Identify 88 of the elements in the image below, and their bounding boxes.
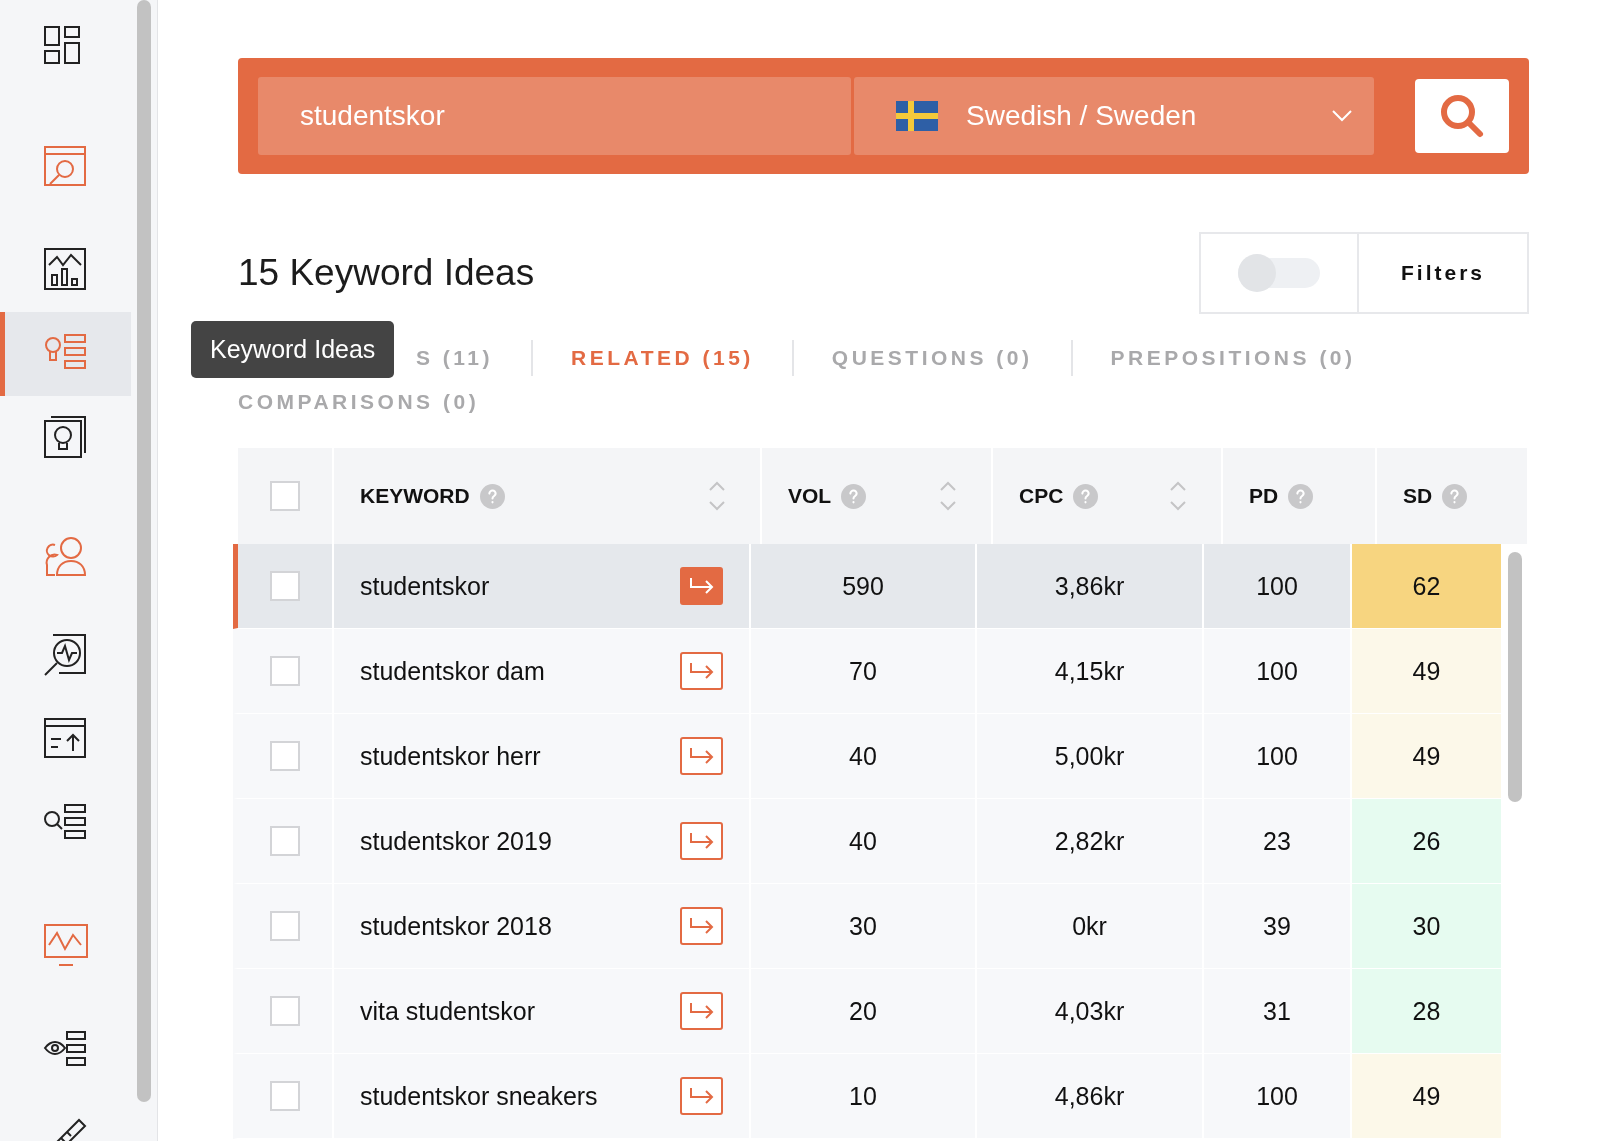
- table-cell: 5,00kr: [1054, 741, 1125, 771]
- arrow-icon: [688, 577, 715, 595]
- arrow-icon: [688, 832, 715, 850]
- select-all-checkbox[interactable]: [270, 481, 300, 511]
- difficulty-cell: 49: [1352, 1054, 1501, 1138]
- row-checkbox[interactable]: [270, 911, 300, 941]
- row-checkbox[interactable]: [270, 571, 300, 601]
- keyword-cell: vita studentskor: [360, 996, 536, 1026]
- table-cell: 590: [842, 571, 884, 601]
- table-cell: 39: [1263, 911, 1291, 941]
- difficulty-cell: 26: [1352, 799, 1501, 883]
- row-checkbox[interactable]: [270, 826, 300, 856]
- arrow-icon: [688, 917, 715, 935]
- table-row[interactable]: vita studentskor 20 4,03kr 31 28: [233, 969, 1501, 1054]
- keyword-cell: studentskor sneakers: [360, 1081, 598, 1111]
- keyword-cell: studentskor 2019: [360, 826, 552, 856]
- sort-icon[interactable]: [939, 481, 957, 511]
- open-keyword-button[interactable]: [680, 737, 723, 775]
- keyword-cell: studentskor herr: [360, 741, 541, 771]
- table-cell: 31: [1263, 996, 1291, 1026]
- flag-icon: [896, 101, 938, 131]
- open-keyword-button[interactable]: [680, 992, 723, 1030]
- table-cell: 23: [1263, 826, 1291, 856]
- sort-icon[interactable]: [1169, 481, 1187, 511]
- table-cell: 100: [1256, 571, 1298, 601]
- row-checkbox[interactable]: [270, 656, 300, 686]
- tooltip: Keyword Ideas: [191, 321, 395, 378]
- column-header: CPC: [1019, 484, 1064, 508]
- open-keyword-button[interactable]: [680, 822, 723, 860]
- arrow-icon: [688, 662, 715, 680]
- help-icon[interactable]: [479, 483, 505, 509]
- table-cell: 0kr: [1072, 911, 1107, 941]
- table-cell: 4,15kr: [1054, 656, 1125, 686]
- help-icon[interactable]: [1288, 483, 1314, 509]
- scrollbar-thumb[interactable]: [137, 0, 151, 1102]
- search-icon: [1439, 93, 1485, 139]
- bulb-card-icon: [42, 415, 89, 461]
- column-header: PD: [1249, 484, 1279, 508]
- search-button[interactable]: [1415, 79, 1509, 153]
- open-keyword-button[interactable]: [680, 567, 723, 605]
- chevron-down-icon: [1332, 110, 1352, 122]
- table-cell: 3,86kr: [1054, 571, 1125, 601]
- row-checkbox[interactable]: [270, 996, 300, 1026]
- table-cell: 40: [849, 826, 877, 856]
- table-cell: 100: [1256, 741, 1298, 771]
- column-header: SD: [1403, 484, 1433, 508]
- column-header: VOL: [788, 484, 832, 508]
- table-cell: 30: [849, 911, 877, 941]
- arrow-icon: [688, 1087, 715, 1105]
- table-cell: 100: [1256, 1081, 1298, 1111]
- difficulty-cell: 49: [1352, 714, 1501, 798]
- sort-icon[interactable]: [708, 481, 726, 511]
- arrow-icon: [688, 747, 715, 765]
- open-keyword-button[interactable]: [680, 652, 723, 690]
- table-cell: 100: [1256, 656, 1298, 686]
- help-icon[interactable]: [1442, 483, 1468, 509]
- table-cell: 4,86kr: [1054, 1081, 1125, 1111]
- difficulty-cell: 28: [1352, 969, 1501, 1053]
- chart-icon: [42, 247, 89, 293]
- column-header: KEYWORD: [360, 484, 470, 508]
- table-cell: 70: [849, 656, 877, 686]
- table-row[interactable]: studentskor dam 70 4,15kr 100 49: [233, 629, 1501, 714]
- table-row[interactable]: studentskor sneakers 10 4,86kr 100 49: [233, 1054, 1501, 1139]
- arrow-icon: [688, 1002, 715, 1020]
- difficulty-cell: 62: [1352, 544, 1501, 628]
- table-row[interactable]: studentskor herr 40 5,00kr 100 49: [233, 714, 1501, 799]
- help-icon[interactable]: [1073, 483, 1099, 509]
- scrollbar-thumb[interactable]: [1508, 552, 1522, 802]
- keyword-cell: studentskor 2018: [360, 911, 552, 941]
- table-cell: 10: [849, 1081, 877, 1111]
- monitor-icon: [42, 923, 89, 969]
- difficulty-cell: 30: [1352, 884, 1501, 968]
- open-keyword-button[interactable]: [680, 1077, 723, 1115]
- open-keyword-button[interactable]: [680, 907, 723, 945]
- table-cell: 40: [849, 741, 877, 771]
- row-checkbox[interactable]: [270, 1081, 300, 1111]
- table-row[interactable]: studentskor 590 3,86kr 100 62: [233, 544, 1501, 629]
- table-cell: 2,82kr: [1054, 826, 1125, 856]
- table-cell: 4,03kr: [1054, 996, 1125, 1026]
- difficulty-cell: 49: [1352, 629, 1501, 713]
- help-icon[interactable]: [841, 483, 867, 509]
- keyword-cell: studentskor dam: [360, 656, 545, 686]
- results-title: 15 Keyword Ideas: [238, 252, 535, 294]
- table-row[interactable]: studentskor 2018 30 0kr 39 30: [233, 884, 1501, 969]
- table-cell: 20: [849, 996, 877, 1026]
- keyword-cell: studentskor: [360, 571, 490, 601]
- table-row[interactable]: studentskor 2019 40 2,82kr 23 26: [233, 799, 1501, 884]
- row-checkbox[interactable]: [270, 741, 300, 771]
